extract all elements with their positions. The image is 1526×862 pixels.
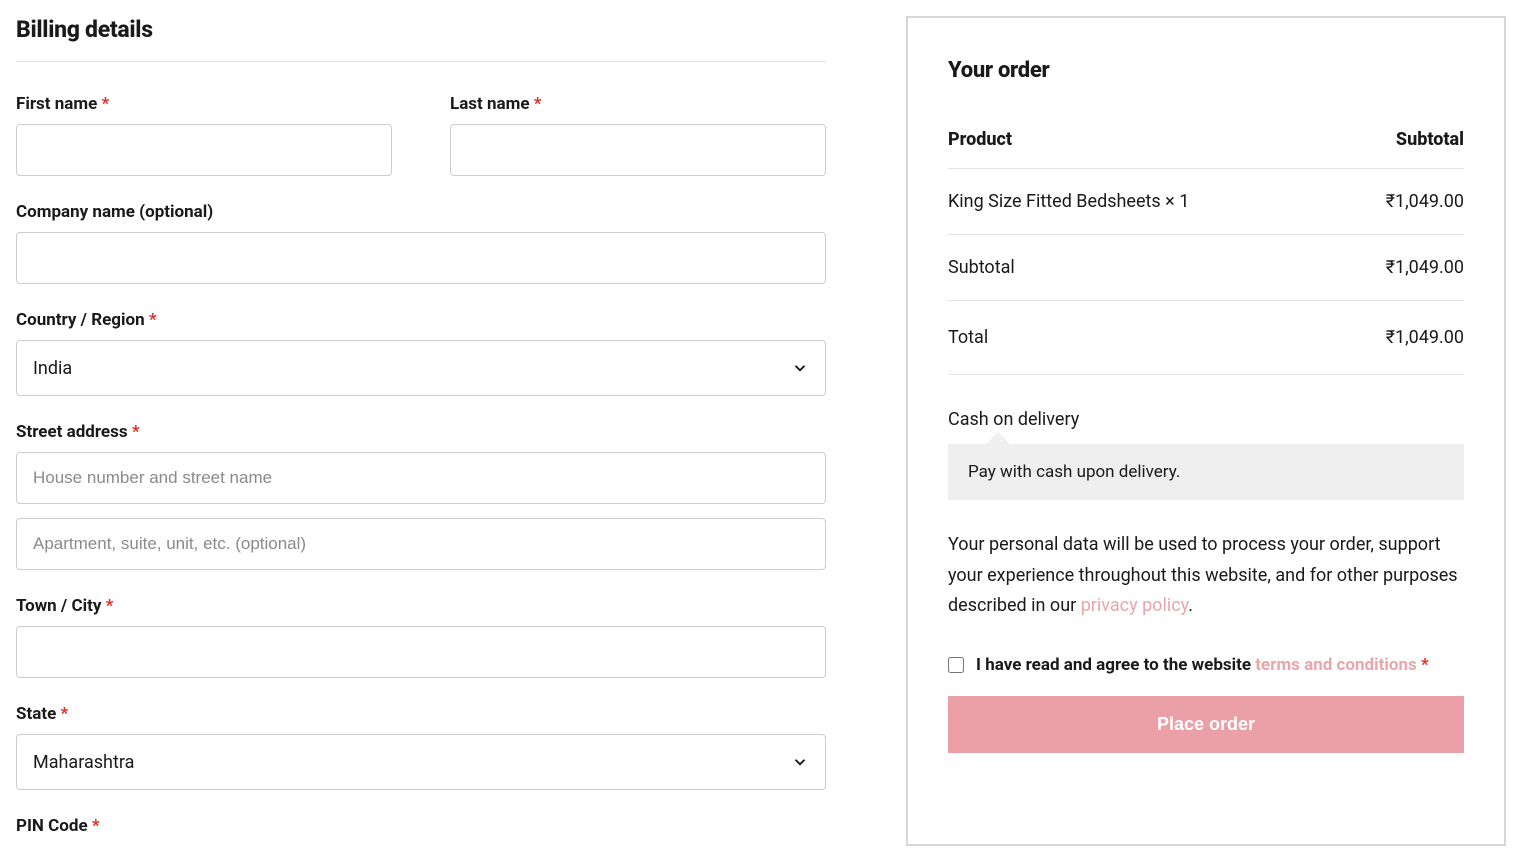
first-name-input[interactable] — [16, 124, 392, 176]
product-price-cell: ₹1,049.00 — [1338, 169, 1464, 235]
country-select[interactable]: India — [16, 340, 826, 396]
subtotal-col-header: Subtotal — [1338, 111, 1464, 169]
city-input[interactable] — [16, 626, 826, 678]
order-total-row: Total ₹1,049.00 — [948, 301, 1464, 375]
street-label: Street address * — [16, 422, 826, 442]
order-summary-table: Product Subtotal King Size Fitted Bedshe… — [948, 111, 1464, 375]
order-line-item: King Size Fitted Bedsheets × 1 ₹1,049.00 — [948, 169, 1464, 235]
street-address-1-input[interactable] — [16, 452, 826, 504]
privacy-policy-link[interactable]: privacy policy — [1081, 595, 1189, 616]
last-name-input[interactable] — [450, 124, 826, 176]
terms-text: I have read and agree to the website ter… — [976, 650, 1464, 681]
state-select[interactable]: Maharashtra — [16, 734, 826, 790]
first-name-label: First name * — [16, 94, 392, 114]
pin-label: PIN Code * — [16, 816, 826, 836]
terms-link[interactable]: terms and conditions — [1255, 655, 1416, 675]
company-input[interactable] — [16, 232, 826, 284]
company-label: Company name (optional) — [16, 202, 826, 222]
country-value: India — [33, 358, 72, 379]
chevron-down-icon — [791, 359, 809, 377]
payment-method-title: Cash on delivery — [948, 409, 1464, 430]
order-subtotal-row: Subtotal ₹1,049.00 — [948, 235, 1464, 301]
state-value: Maharashtra — [33, 752, 134, 773]
product-name-cell: King Size Fitted Bedsheets × 1 — [948, 169, 1338, 235]
chevron-down-icon — [791, 753, 809, 771]
country-label: Country / Region * — [16, 310, 826, 330]
payment-description-box: Pay with cash upon delivery. — [948, 444, 1464, 500]
terms-checkbox[interactable] — [948, 657, 964, 673]
privacy-text: Your personal data will be used to proce… — [948, 530, 1464, 622]
total-value-cell: ₹1,049.00 — [1338, 301, 1464, 375]
subtotal-label-cell: Subtotal — [948, 235, 1338, 301]
total-label-cell: Total — [948, 301, 1338, 375]
product-col-header: Product — [948, 111, 1338, 169]
city-label: Town / City * — [16, 596, 826, 616]
state-label: State * — [16, 704, 826, 724]
place-order-button[interactable]: Place order — [948, 696, 1464, 753]
order-heading: Your order — [948, 58, 1464, 83]
street-address-2-input[interactable] — [16, 518, 826, 570]
billing-heading: Billing details — [16, 16, 826, 62]
last-name-label: Last name * — [450, 94, 826, 114]
subtotal-value-cell: ₹1,049.00 — [1338, 235, 1464, 301]
